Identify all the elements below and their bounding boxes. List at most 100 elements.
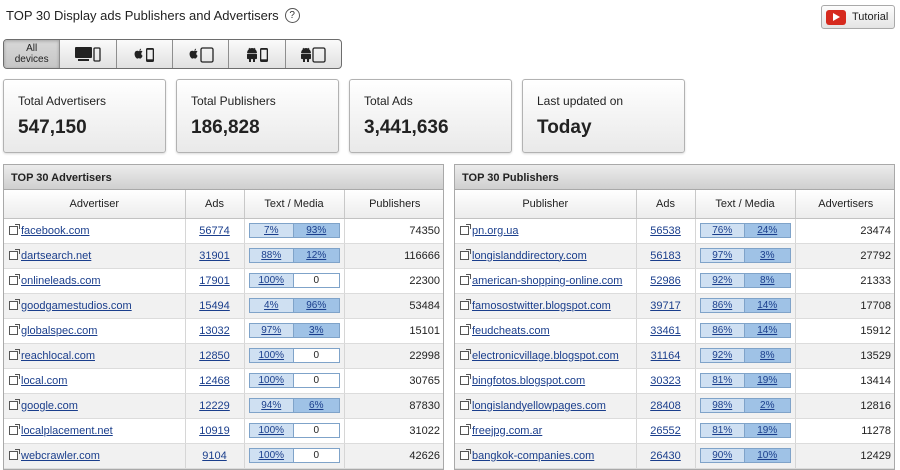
external-link-icon[interactable]: [9, 323, 20, 335]
device-all-button[interactable]: All devices: [4, 40, 61, 68]
ads-count-link[interactable]: 31164: [651, 350, 681, 362]
ads-count-link[interactable]: 10919: [199, 425, 230, 437]
external-link-icon[interactable]: [9, 423, 20, 435]
text-share[interactable]: 92%: [700, 274, 745, 287]
column-header-ads[interactable]: Ads: [185, 190, 245, 219]
ads-count-link[interactable]: 28408: [650, 400, 681, 412]
ads-count-link[interactable]: 26430: [650, 450, 681, 462]
external-link-icon[interactable]: [9, 273, 20, 285]
column-header-text-media[interactable]: Text / Media: [695, 190, 796, 219]
help-icon[interactable]: ?: [284, 8, 300, 23]
media-share[interactable]: 8%: [745, 274, 790, 287]
device-android-tablet-button[interactable]: [286, 40, 341, 68]
site-link[interactable]: onlineleads.com: [21, 275, 101, 287]
column-header-ads[interactable]: Ads: [636, 190, 696, 219]
external-link-icon[interactable]: [9, 348, 20, 360]
media-share[interactable]: 14%: [745, 324, 790, 337]
external-link-icon[interactable]: [9, 248, 20, 260]
site-link[interactable]: feudcheats.com: [472, 325, 550, 337]
ads-count-link[interactable]: 9104: [202, 450, 226, 462]
media-share[interactable]: 6%: [294, 399, 339, 412]
device-apple-phone-button[interactable]: [117, 40, 173, 68]
text-share[interactable]: 7%: [249, 224, 294, 237]
site-link[interactable]: freejpg.com.ar: [472, 425, 542, 437]
site-link[interactable]: reachlocal.com: [21, 350, 95, 362]
external-link-icon[interactable]: [9, 373, 20, 385]
site-link[interactable]: pn.org.ua: [472, 225, 518, 237]
text-share[interactable]: 90%: [700, 449, 745, 462]
text-share[interactable]: 94%: [249, 399, 294, 412]
external-link-icon[interactable]: [460, 423, 471, 435]
site-link[interactable]: dartsearch.net: [21, 250, 91, 262]
external-link-icon[interactable]: [460, 223, 471, 235]
text-share[interactable]: 86%: [700, 299, 745, 312]
site-link[interactable]: local.com: [21, 375, 67, 387]
column-header-advertiser[interactable]: Advertiser: [4, 190, 186, 219]
text-share[interactable]: 81%: [700, 374, 745, 387]
external-link-icon[interactable]: [9, 298, 20, 310]
external-link-icon[interactable]: [9, 448, 20, 460]
text-share[interactable]: 86%: [700, 324, 745, 337]
ads-count-link[interactable]: 26552: [650, 425, 681, 437]
column-header-publishers[interactable]: Publishers: [344, 190, 443, 219]
external-link-icon[interactable]: [460, 323, 471, 335]
ads-count-link[interactable]: 33461: [650, 325, 681, 337]
text-share[interactable]: 100%: [249, 349, 294, 362]
external-link-icon[interactable]: [9, 223, 20, 235]
external-link-icon[interactable]: [460, 298, 471, 310]
text-share[interactable]: 81%: [700, 424, 745, 437]
external-link-icon[interactable]: [460, 348, 471, 360]
device-desktop-button[interactable]: [60, 40, 117, 68]
site-link[interactable]: bingfotos.blogspot.com: [472, 375, 585, 387]
site-link[interactable]: american-shopping-online.com: [472, 275, 622, 287]
site-link[interactable]: globalspec.com: [21, 325, 97, 337]
ads-count-link[interactable]: 12229: [199, 400, 230, 412]
ads-count-link[interactable]: 52986: [650, 275, 681, 287]
column-header-text-media[interactable]: Text / Media: [244, 190, 345, 219]
ads-count-link[interactable]: 56183: [650, 250, 681, 262]
text-share[interactable]: 100%: [249, 274, 294, 287]
ads-count-link[interactable]: 17901: [199, 275, 230, 287]
text-share[interactable]: 76%: [700, 224, 745, 237]
media-share[interactable]: 10%: [745, 449, 790, 462]
ads-count-link[interactable]: 31901: [199, 250, 230, 262]
text-share[interactable]: 98%: [700, 399, 745, 412]
site-link[interactable]: electronicvillage.blogspot.com: [472, 350, 619, 362]
site-link[interactable]: longislanddirectory.com: [472, 250, 587, 262]
media-share[interactable]: 14%: [745, 299, 790, 312]
media-share[interactable]: 2%: [745, 399, 790, 412]
ads-count-link[interactable]: 56774: [199, 225, 230, 237]
ads-count-link[interactable]: 13032: [199, 325, 230, 337]
ads-count-link[interactable]: 15494: [199, 300, 230, 312]
external-link-icon[interactable]: [460, 398, 471, 410]
ads-count-link[interactable]: 12850: [199, 350, 230, 362]
site-link[interactable]: google.com: [21, 400, 78, 412]
ads-count-link[interactable]: 30323: [650, 375, 681, 387]
ads-count-link[interactable]: 12468: [199, 375, 230, 387]
media-share[interactable]: 12%: [294, 249, 339, 262]
site-link[interactable]: goodgamestudios.com: [21, 300, 132, 312]
device-android-phone-button[interactable]: [229, 40, 286, 68]
site-link[interactable]: bangkok-companies.com: [472, 450, 594, 462]
text-share[interactable]: 92%: [700, 349, 745, 362]
tutorial-button[interactable]: Tutorial: [821, 5, 895, 29]
media-share[interactable]: 19%: [745, 424, 790, 437]
text-share[interactable]: 100%: [249, 424, 294, 437]
column-header-publisher[interactable]: Publisher: [455, 190, 637, 219]
site-link[interactable]: localplacement.net: [21, 425, 113, 437]
text-share[interactable]: 4%: [249, 299, 294, 312]
text-share[interactable]: 100%: [249, 449, 294, 462]
media-share[interactable]: 96%: [294, 299, 339, 312]
text-share[interactable]: 97%: [700, 249, 745, 262]
external-link-icon[interactable]: [460, 448, 471, 460]
external-link-icon[interactable]: [9, 398, 20, 410]
site-link[interactable]: famosostwitter.blogspot.com: [472, 300, 611, 312]
column-header-advertisers[interactable]: Advertisers: [795, 190, 894, 219]
external-link-icon[interactable]: [460, 373, 471, 385]
device-apple-tablet-button[interactable]: [173, 40, 230, 68]
media-share[interactable]: 3%: [294, 324, 339, 337]
media-share[interactable]: 3%: [745, 249, 790, 262]
media-share[interactable]: 24%: [745, 224, 790, 237]
text-share[interactable]: 88%: [249, 249, 294, 262]
external-link-icon[interactable]: [460, 248, 471, 260]
